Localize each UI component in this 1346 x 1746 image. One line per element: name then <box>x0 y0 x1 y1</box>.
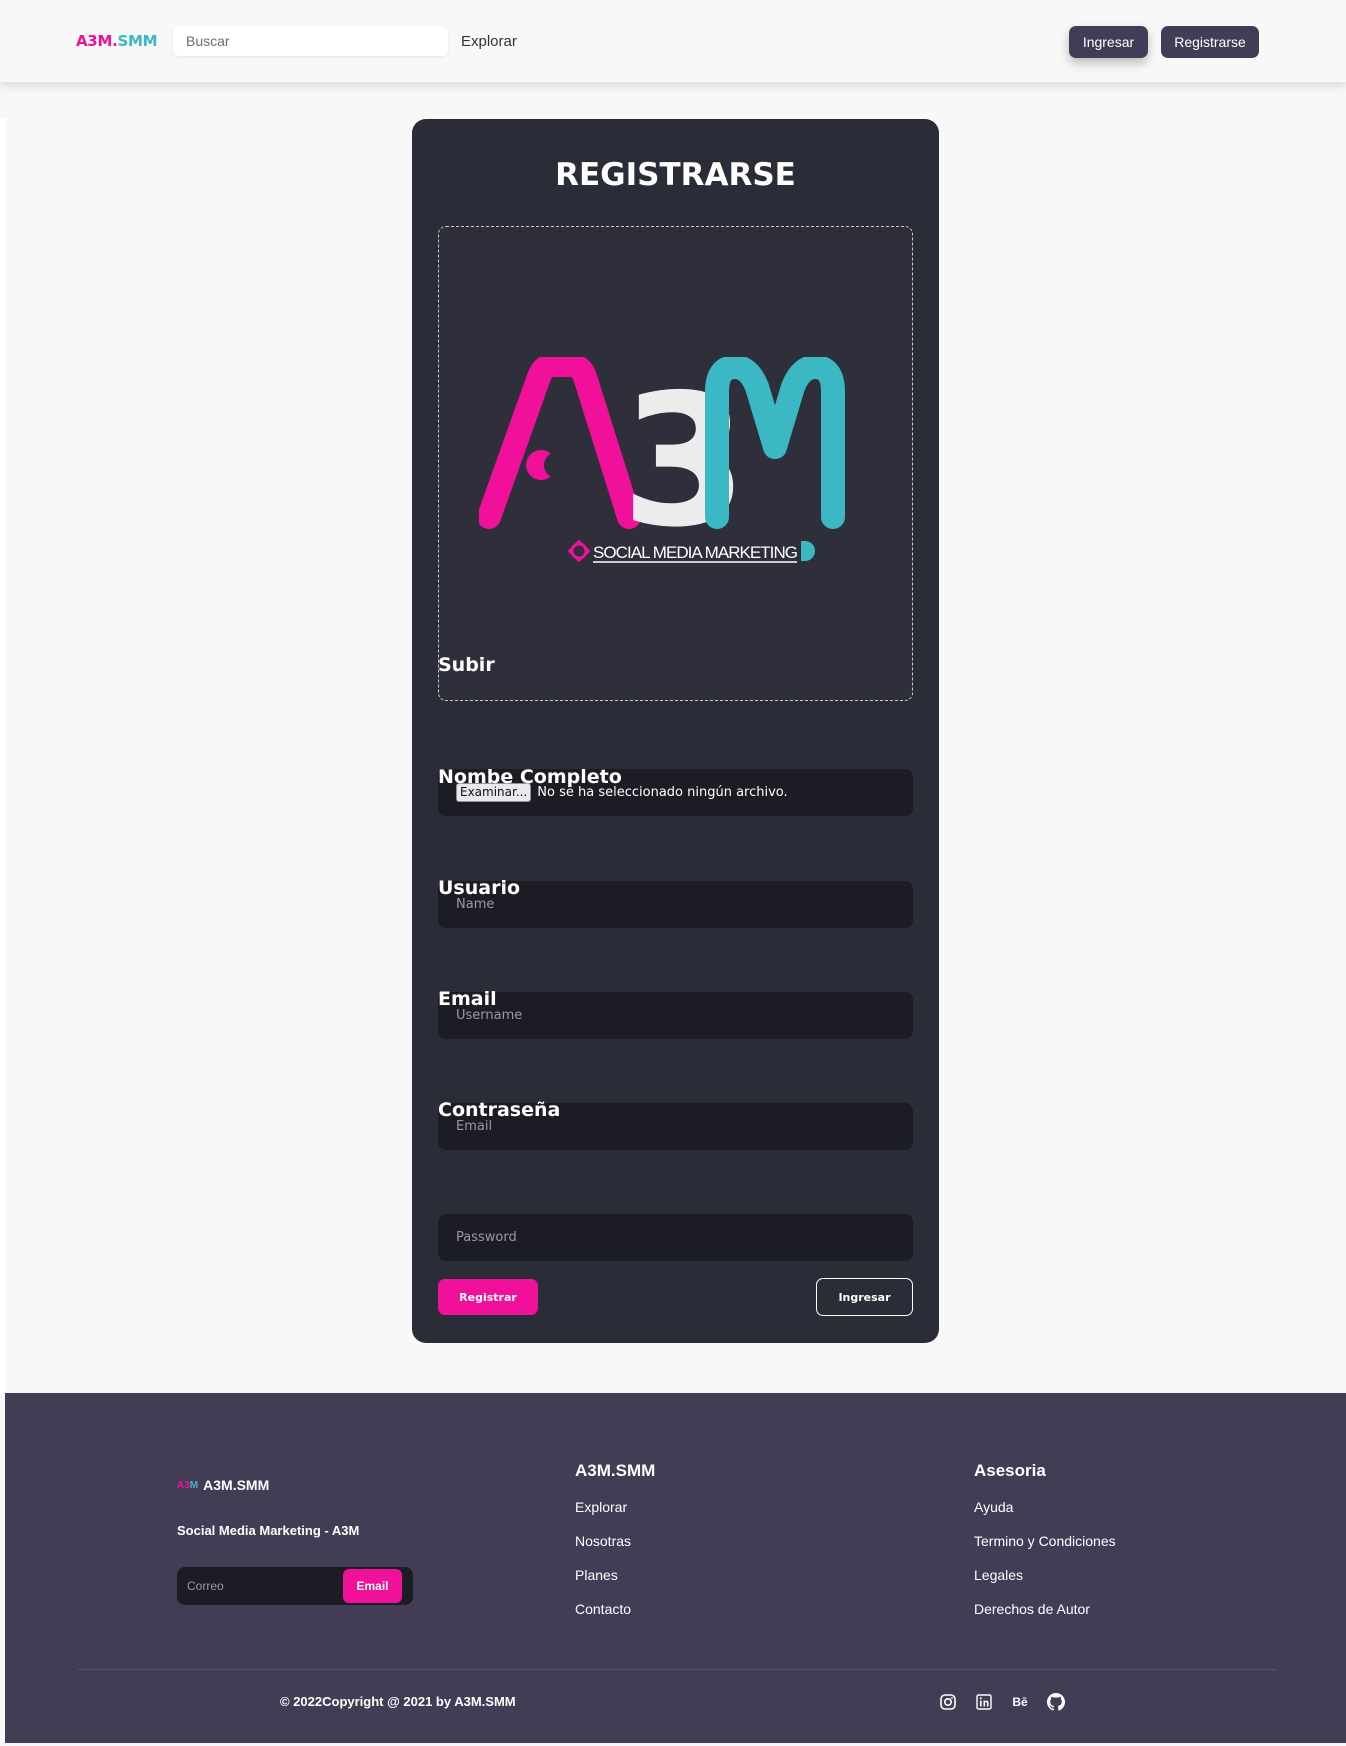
footer-column-title: A3M.SMM <box>575 1461 656 1480</box>
username-label: Usuario <box>438 877 521 899</box>
nav-explorar-link[interactable]: Explorar <box>461 33 517 50</box>
top-navbar: A3M.SMM Explorar Ingresar Registrarse <box>0 0 1346 82</box>
footer-link-explorar[interactable]: Explorar <box>575 1499 655 1533</box>
footer-link-legales[interactable]: Legales <box>974 1567 1116 1601</box>
github-icon[interactable] <box>1047 1693 1065 1711</box>
footer-link-derechos[interactable]: Derechos de Autor <box>974 1601 1116 1635</box>
footer-mini-logo: A3M <box>177 1479 199 1491</box>
footer-column-asesoria: Asesoria Ayuda Termino y Condiciones Leg… <box>974 1461 1116 1635</box>
password-input[interactable] <box>438 1214 913 1261</box>
footer-brand-name: A3M.SMM <box>203 1477 270 1493</box>
fullname-label: Nombe Completo <box>438 766 622 788</box>
brand-logo[interactable]: A3M.SMM <box>76 32 158 50</box>
footer-link-terminos[interactable]: Termino y Condiciones <box>974 1533 1116 1567</box>
linkedin-icon[interactable] <box>975 1693 993 1711</box>
footer-column-brand: A3M.SMM Explorar Nosotras Planes Contact… <box>575 1461 655 1635</box>
social-links: Bē <box>939 1693 1065 1711</box>
footer-link-nosotras[interactable]: Nosotras <box>575 1533 655 1567</box>
footer-column-title: Asesoria <box>974 1461 1046 1480</box>
newsletter-submit-button[interactable]: Email <box>343 1569 402 1603</box>
goto-login-button[interactable]: Ingresar <box>816 1278 913 1316</box>
logo-part-teal: SMM <box>117 32 158 50</box>
footer-link-ayuda[interactable]: Ayuda <box>974 1499 1116 1533</box>
logo-part-pink: A3M. <box>76 32 118 50</box>
footer-link-contacto[interactable]: Contacto <box>575 1601 655 1635</box>
behance-icon[interactable]: Bē <box>1011 1693 1029 1711</box>
footer-brand[interactable]: A3M A3M.SMM <box>177 1477 269 1493</box>
copyright-text: © 2022Copyright @ 2021 by A3M.SMM <box>280 1694 516 1709</box>
footer-tagline: Social Media Marketing - A3M <box>177 1523 360 1538</box>
login-button[interactable]: Ingresar <box>1069 26 1148 58</box>
footer-link-planes[interactable]: Planes <box>575 1567 655 1601</box>
page-title: REGISTRARSE <box>555 157 796 193</box>
register-button[interactable]: Registrarse <box>1161 26 1259 58</box>
username-input[interactable] <box>438 992 913 1039</box>
password-label: Contraseña <box>438 1099 561 1121</box>
newsletter-form: Email <box>177 1567 413 1605</box>
page-edge <box>0 118 6 1393</box>
instagram-icon[interactable] <box>939 1693 957 1711</box>
logo-tagline: SOCIAL MEDIA MARKETING <box>593 543 798 562</box>
site-footer: A3M A3M.SMM Social Media Marketing - A3M… <box>5 1393 1346 1743</box>
image-preview-dropzone[interactable]: 3 SOCIAL MEDIA MARKETING <box>438 226 913 701</box>
upload-label: Subir <box>438 654 495 676</box>
register-card: REGISTRARSE 3 SOCIAL MEDIA MARKETING Sub… <box>412 119 939 1343</box>
email-label: Email <box>438 988 497 1010</box>
newsletter-email-input[interactable] <box>177 1567 342 1605</box>
a3m-logo-image: 3 SOCIAL MEDIA MARKETING <box>479 357 845 567</box>
submit-register-button[interactable]: Registrar <box>438 1279 538 1315</box>
search-input[interactable] <box>173 26 448 56</box>
footer-divider <box>78 1669 1276 1670</box>
